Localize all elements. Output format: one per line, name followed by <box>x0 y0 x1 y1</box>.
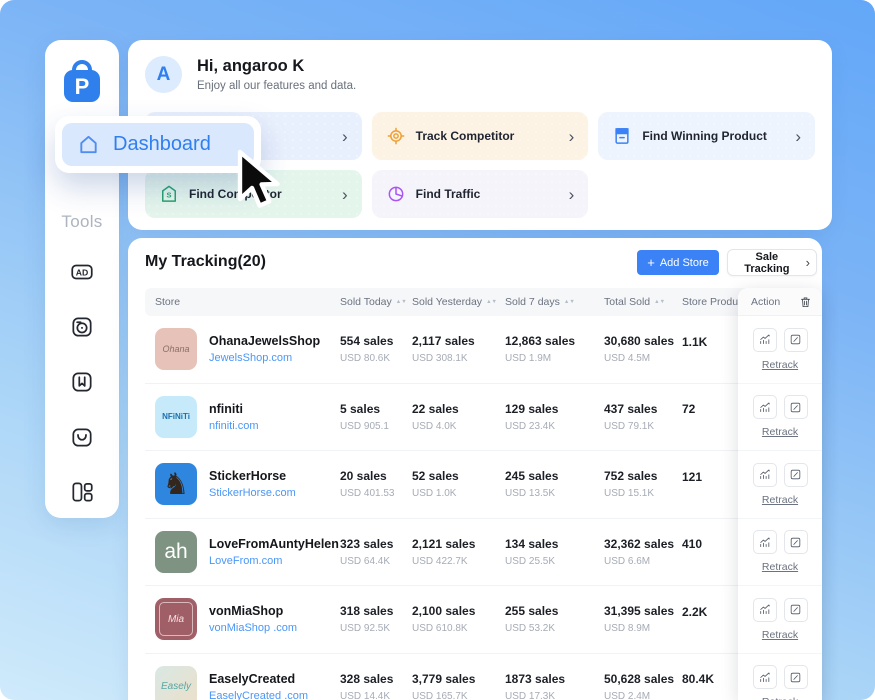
chevron-right-icon: › <box>342 186 348 203</box>
app-canvas: P Tools AD A Hi, angaroo K <box>0 0 875 700</box>
store-name: vonMiaShop <box>209 604 297 618</box>
sort-icon[interactable]: ▲▼ <box>654 300 665 305</box>
store-name: EaselyCreated <box>209 672 308 686</box>
store-avatar: Mia <box>155 598 197 640</box>
store-domain-link[interactable]: vonMiaShop .com <box>209 622 297 634</box>
store-avatar: NFiNiTi <box>155 396 197 438</box>
target-icon <box>386 126 406 146</box>
greeting-subtitle: Enjoy all our features and data. <box>197 80 356 92</box>
ad-icon[interactable]: AD <box>67 257 97 287</box>
action-row: Retrack <box>738 384 822 452</box>
svg-text:AD: AD <box>76 267 89 277</box>
chevron-right-icon: › <box>795 128 801 145</box>
action-panel: Action Retrack Retrack Retrack <box>738 288 822 700</box>
table-row[interactable]: ♞ StickerHorse StickerHorse.com 20 sales… <box>145 451 805 519</box>
store-name: OhanaJewelsShop <box>209 334 320 348</box>
column-store: Store <box>145 296 340 308</box>
tools-section-label: Tools <box>61 212 102 232</box>
retrack-link[interactable]: Retrack <box>762 696 798 700</box>
edit-button[interactable] <box>784 530 808 554</box>
bookmark-icon[interactable] <box>67 367 97 397</box>
retrack-link[interactable]: Retrack <box>762 359 798 371</box>
store-avatar: ♞ <box>155 463 197 505</box>
store-domain-link[interactable]: nfiniti.com <box>209 420 259 432</box>
store-domain-link[interactable]: StickerHorse.com <box>209 487 296 499</box>
pie-chart-icon <box>386 184 406 204</box>
table-row[interactable]: Easely EaselyCreated EaselyCreated .com … <box>145 654 805 700</box>
shopping-bag-icon[interactable] <box>67 422 97 452</box>
retrack-link[interactable]: Retrack <box>762 561 798 573</box>
table-row[interactable]: Mia vonMiaShop vonMiaShop .com 318 sales… <box>145 586 805 654</box>
greeting-title: Hi, angaroo K <box>197 57 356 76</box>
sidebar-item-dashboard[interactable]: Dashboard <box>55 116 261 173</box>
column-sold-yesterday: Sold Yesterday▲▼ <box>412 296 505 308</box>
app-logo-icon[interactable]: P <box>61 58 103 104</box>
sort-icon[interactable]: ▲▼ <box>486 300 497 305</box>
feature-card-find-competitor[interactable]: S Find Competitor › <box>145 170 362 218</box>
store-avatar: ah <box>155 531 197 573</box>
column-total-sold: Total Sold▲▼ <box>604 296 682 308</box>
action-row: Retrack <box>738 519 822 587</box>
layout-icon[interactable] <box>67 477 97 507</box>
sort-icon[interactable]: ▲▼ <box>396 300 407 305</box>
store-domain-link[interactable]: LoveFrom.com <box>209 555 339 567</box>
tracking-title: My Tracking(20) <box>145 253 266 271</box>
store-name: StickerHorse <box>209 469 296 483</box>
store-name: LoveFromAuntyHelen <box>209 537 339 551</box>
edit-button[interactable] <box>784 665 808 689</box>
chart-button[interactable] <box>753 328 777 352</box>
archive-icon <box>612 126 632 146</box>
sale-tracking-button[interactable]: Sale Tracking › <box>727 249 817 276</box>
dashboard-label: Dashboard <box>113 133 211 156</box>
sidebar: P Tools AD <box>45 40 119 518</box>
store-avatar: Easely <box>155 666 197 700</box>
table-body: Ohana OhanaJewelsShop JewelsShop.com 554… <box>145 316 805 700</box>
svg-text:S: S <box>166 191 171 200</box>
table-row[interactable]: NFiNiTi nfiniti nfiniti.com 5 salesUSD 9… <box>145 384 805 452</box>
chevron-right-icon: › <box>342 128 348 145</box>
chevron-right-icon: › <box>569 186 575 203</box>
action-column-label: Action <box>751 296 780 308</box>
edit-button[interactable] <box>784 463 808 487</box>
my-tracking-card: My Tracking(20) + Add Store Sale Trackin… <box>128 238 822 700</box>
retrack-link[interactable]: Retrack <box>762 629 798 641</box>
table-row[interactable]: Ohana OhanaJewelsShop JewelsShop.com 554… <box>145 316 805 384</box>
action-row: Retrack <box>738 316 822 384</box>
feature-card-find-winning-product[interactable]: Find Winning Product › <box>598 112 815 160</box>
snapshot-icon[interactable] <box>67 312 97 342</box>
chevron-right-icon: › <box>569 128 575 145</box>
store-domain-link[interactable]: EaselyCreated .com <box>209 690 308 700</box>
feature-card-find-traffic[interactable]: Find Traffic › <box>372 170 589 218</box>
edit-button[interactable] <box>784 328 808 352</box>
store-name: nfiniti <box>209 402 259 416</box>
chart-button[interactable] <box>753 665 777 689</box>
shop-icon: S <box>159 184 179 204</box>
column-sold-today: Sold Today▲▼ <box>340 296 412 308</box>
feature-card-track-competitor[interactable]: Track Competitor › <box>372 112 589 160</box>
retrack-link[interactable]: Retrack <box>762 494 798 506</box>
retrack-link[interactable]: Retrack <box>762 426 798 438</box>
add-store-button[interactable]: + Add Store <box>637 250 719 275</box>
chart-button[interactable] <box>753 598 777 622</box>
plus-icon: + <box>647 256 655 269</box>
chart-button[interactable] <box>753 395 777 419</box>
edit-button[interactable] <box>784 598 808 622</box>
table-header: Store Sold Today▲▼ Sold Yesterday▲▼ Sold… <box>145 288 805 316</box>
store-avatar: Ohana <box>155 328 197 370</box>
table-row[interactable]: ah LoveFromAuntyHelen LoveFrom.com 323 s… <box>145 519 805 587</box>
chevron-right-icon: › <box>806 255 810 270</box>
store-domain-link[interactable]: JewelsShop.com <box>209 352 320 364</box>
trash-icon[interactable] <box>799 295 812 309</box>
chart-button[interactable] <box>753 463 777 487</box>
chart-button[interactable] <box>753 530 777 554</box>
column-sold-7-days: Sold 7 days▲▼ <box>505 296 604 308</box>
action-row: Retrack <box>738 654 822 700</box>
action-row: Retrack <box>738 586 822 654</box>
edit-button[interactable] <box>784 395 808 419</box>
svg-text:P: P <box>75 74 90 99</box>
sort-icon[interactable]: ▲▼ <box>564 300 575 305</box>
home-icon <box>77 133 100 156</box>
action-row: Retrack <box>738 451 822 519</box>
user-avatar[interactable]: A <box>145 56 182 93</box>
